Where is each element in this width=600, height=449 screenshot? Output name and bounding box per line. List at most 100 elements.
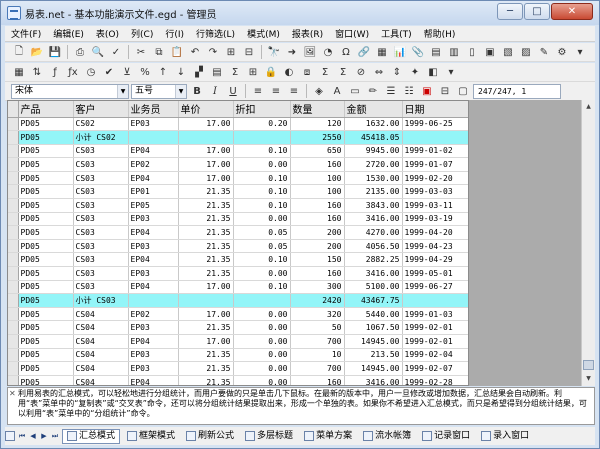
settings-icon[interactable]: ⚙ (554, 44, 570, 60)
image-icon[interactable]: 🖼 (302, 44, 318, 60)
table-row[interactable]: PD05 CS04 EP03 21.35 0.00 10 213.50 1999-02-04 (8, 348, 468, 363)
maximize-button[interactable]: □ (524, 3, 550, 20)
table-cell[interactable]: EP03 (128, 239, 179, 254)
table-cell[interactable]: 160 (290, 157, 345, 172)
subtotal-icon[interactable]: Σ (227, 64, 243, 80)
table-row[interactable]: PD05 CS03 EP03 21.35 0.00 160 3416.00 1999-05-0… (8, 266, 468, 281)
table-cell[interactable]: EP03 (128, 117, 179, 132)
formula-icon[interactable]: ƒx (65, 64, 81, 80)
menu-help[interactable]: 帮助(H) (418, 27, 462, 40)
table-cell[interactable]: EP04 (128, 225, 179, 240)
table-cell[interactable]: 160 (290, 266, 345, 281)
copy-icon[interactable]: ⧉ (151, 44, 167, 60)
table-cell[interactable]: CS03 (73, 225, 129, 240)
menu-edit[interactable]: 编辑(E) (47, 27, 90, 40)
menu-mode[interactable]: 模式(M) (241, 27, 286, 40)
table-cell[interactable]: 45418.05 (344, 130, 403, 145)
insert-icon[interactable]: ⊞ (223, 44, 239, 60)
table-cell[interactable]: 3416.00 (344, 375, 403, 385)
column-header[interactable]: 数量 (290, 101, 345, 118)
row-header[interactable] (8, 212, 19, 227)
table-cell[interactable]: EP04 (128, 334, 179, 349)
row-header[interactable] (8, 157, 19, 172)
table-cell[interactable]: 0.00 (233, 157, 291, 172)
table-cell[interactable]: 9945.00 (344, 144, 403, 159)
close-button[interactable]: ✕ (551, 3, 593, 20)
sheet-list-icon[interactable] (5, 431, 15, 441)
table-cell[interactable]: 1999-04-23 (402, 239, 468, 254)
row-header[interactable] (8, 266, 19, 281)
table-cell[interactable] (128, 130, 179, 145)
tab-record-window[interactable]: 记录窗口 (418, 429, 474, 444)
table-cell[interactable]: 2550 (290, 130, 345, 145)
scroll-down-icon[interactable]: ▼ (582, 372, 595, 385)
cell-reference-field[interactable]: 247/247, 1 (473, 83, 561, 99)
table-cell[interactable]: 300 (290, 280, 345, 295)
table-row[interactable]: PD05 CS02 EP03 17.00 0.20 120 1632.00 1999-06-2… (8, 117, 468, 132)
split-icon[interactable]: ⊟ (437, 83, 453, 99)
table-cell[interactable] (178, 293, 234, 308)
table-cell[interactable]: 3416.00 (344, 266, 403, 281)
table-cell[interactable]: 0.00 (233, 361, 291, 376)
undo-icon[interactable]: ↶ (187, 44, 203, 60)
table-cell[interactable]: 3416.00 (344, 212, 403, 227)
hide-icon[interactable]: ⊘ (353, 64, 369, 80)
sort-ascending-icon[interactable]: ↑ (155, 64, 171, 80)
table-row[interactable]: PD05 CS03 EP04 17.00 0.10 650 9945.00 1999-01-0… (8, 144, 468, 159)
table-cell[interactable]: PD05 (18, 171, 74, 186)
menu-tools[interactable]: 工具(T) (375, 27, 418, 40)
row-header[interactable] (8, 361, 19, 376)
table-cell[interactable]: 17.00 (178, 144, 234, 159)
table-cell[interactable]: 21.35 (178, 320, 234, 335)
table-cell[interactable]: CS03 (73, 252, 129, 268)
check-icon[interactable]: ✔ (101, 64, 117, 80)
table-cell[interactable]: 21.35 (178, 225, 234, 240)
function-icon[interactable]: ƒ (47, 64, 63, 80)
table-cell[interactable]: PD05 (18, 334, 74, 349)
table-cell[interactable]: 14945.00 (344, 334, 403, 349)
sort-icon[interactable]: ⇅ (29, 64, 45, 80)
table-cell[interactable]: 160 (290, 212, 345, 227)
column-header[interactable]: 客户 (73, 101, 129, 118)
table-cell[interactable]: PD05 (18, 117, 74, 132)
table-cell[interactable]: CS03 (73, 266, 129, 281)
table-cell[interactable]: 50 (290, 320, 345, 335)
table-row[interactable]: PD05 CS03 EP03 21.35 0.05 200 4056.50 1999-04-2… (8, 239, 468, 254)
row-header[interactable] (8, 225, 19, 240)
row-header[interactable] (8, 117, 19, 132)
last-sheet-icon[interactable]: ⏭ (51, 432, 59, 441)
table-cell[interactable]: EP02 (128, 157, 179, 172)
table-cell[interactable]: 1999-03-11 (402, 198, 468, 213)
table-cell[interactable]: 160 (290, 375, 345, 385)
group-icon[interactable]: ▤ (209, 64, 225, 80)
table-cell[interactable]: 2720.00 (344, 157, 403, 172)
scroll-thumb[interactable] (583, 360, 594, 370)
freeze-icon[interactable]: ▞ (191, 64, 207, 80)
table-cell[interactable]: EP03 (128, 212, 179, 227)
lock-icon[interactable]: 🔒 (263, 64, 279, 80)
tab-multilevel-header[interactable]: 多层标题 (241, 429, 297, 444)
row-header[interactable] (8, 280, 19, 295)
table-cell[interactable]: 1999-06-27 (402, 280, 468, 295)
table-cell[interactable]: 17.00 (178, 157, 234, 172)
list-icon[interactable]: ☷ (401, 83, 417, 99)
table-cell[interactable]: CS03 (73, 212, 129, 227)
table-cell[interactable]: 0.00 (233, 320, 291, 335)
close-icon[interactable]: ✕ (9, 389, 16, 399)
align-left-icon[interactable]: ≡ (250, 83, 266, 99)
wizard-icon[interactable]: ✎ (536, 44, 552, 60)
table-row[interactable]: PD05 CS04 EP02 17.00 0.00 320 5440.00 1999-01-0… (8, 307, 468, 322)
table-cell[interactable]: 0.00 (233, 334, 291, 349)
first-sheet-icon[interactable]: ⏮ (18, 432, 26, 441)
bold-button[interactable]: B (189, 83, 205, 99)
table-cell[interactable]: 21.35 (178, 252, 234, 268)
timer-icon[interactable]: ◷ (83, 64, 99, 80)
table-cell[interactable]: 1067.50 (344, 320, 403, 335)
table-cell[interactable]: CS03 (73, 198, 129, 213)
table-cell[interactable]: 1999-02-07 (402, 361, 468, 376)
menu-table[interactable]: 表(O) (90, 27, 125, 40)
table-cell[interactable]: CS04 (73, 348, 129, 363)
table-cell[interactable]: 21.35 (178, 184, 234, 200)
table-cell[interactable]: EP04 (128, 252, 179, 268)
table-cell[interactable]: CS03 (73, 280, 129, 295)
